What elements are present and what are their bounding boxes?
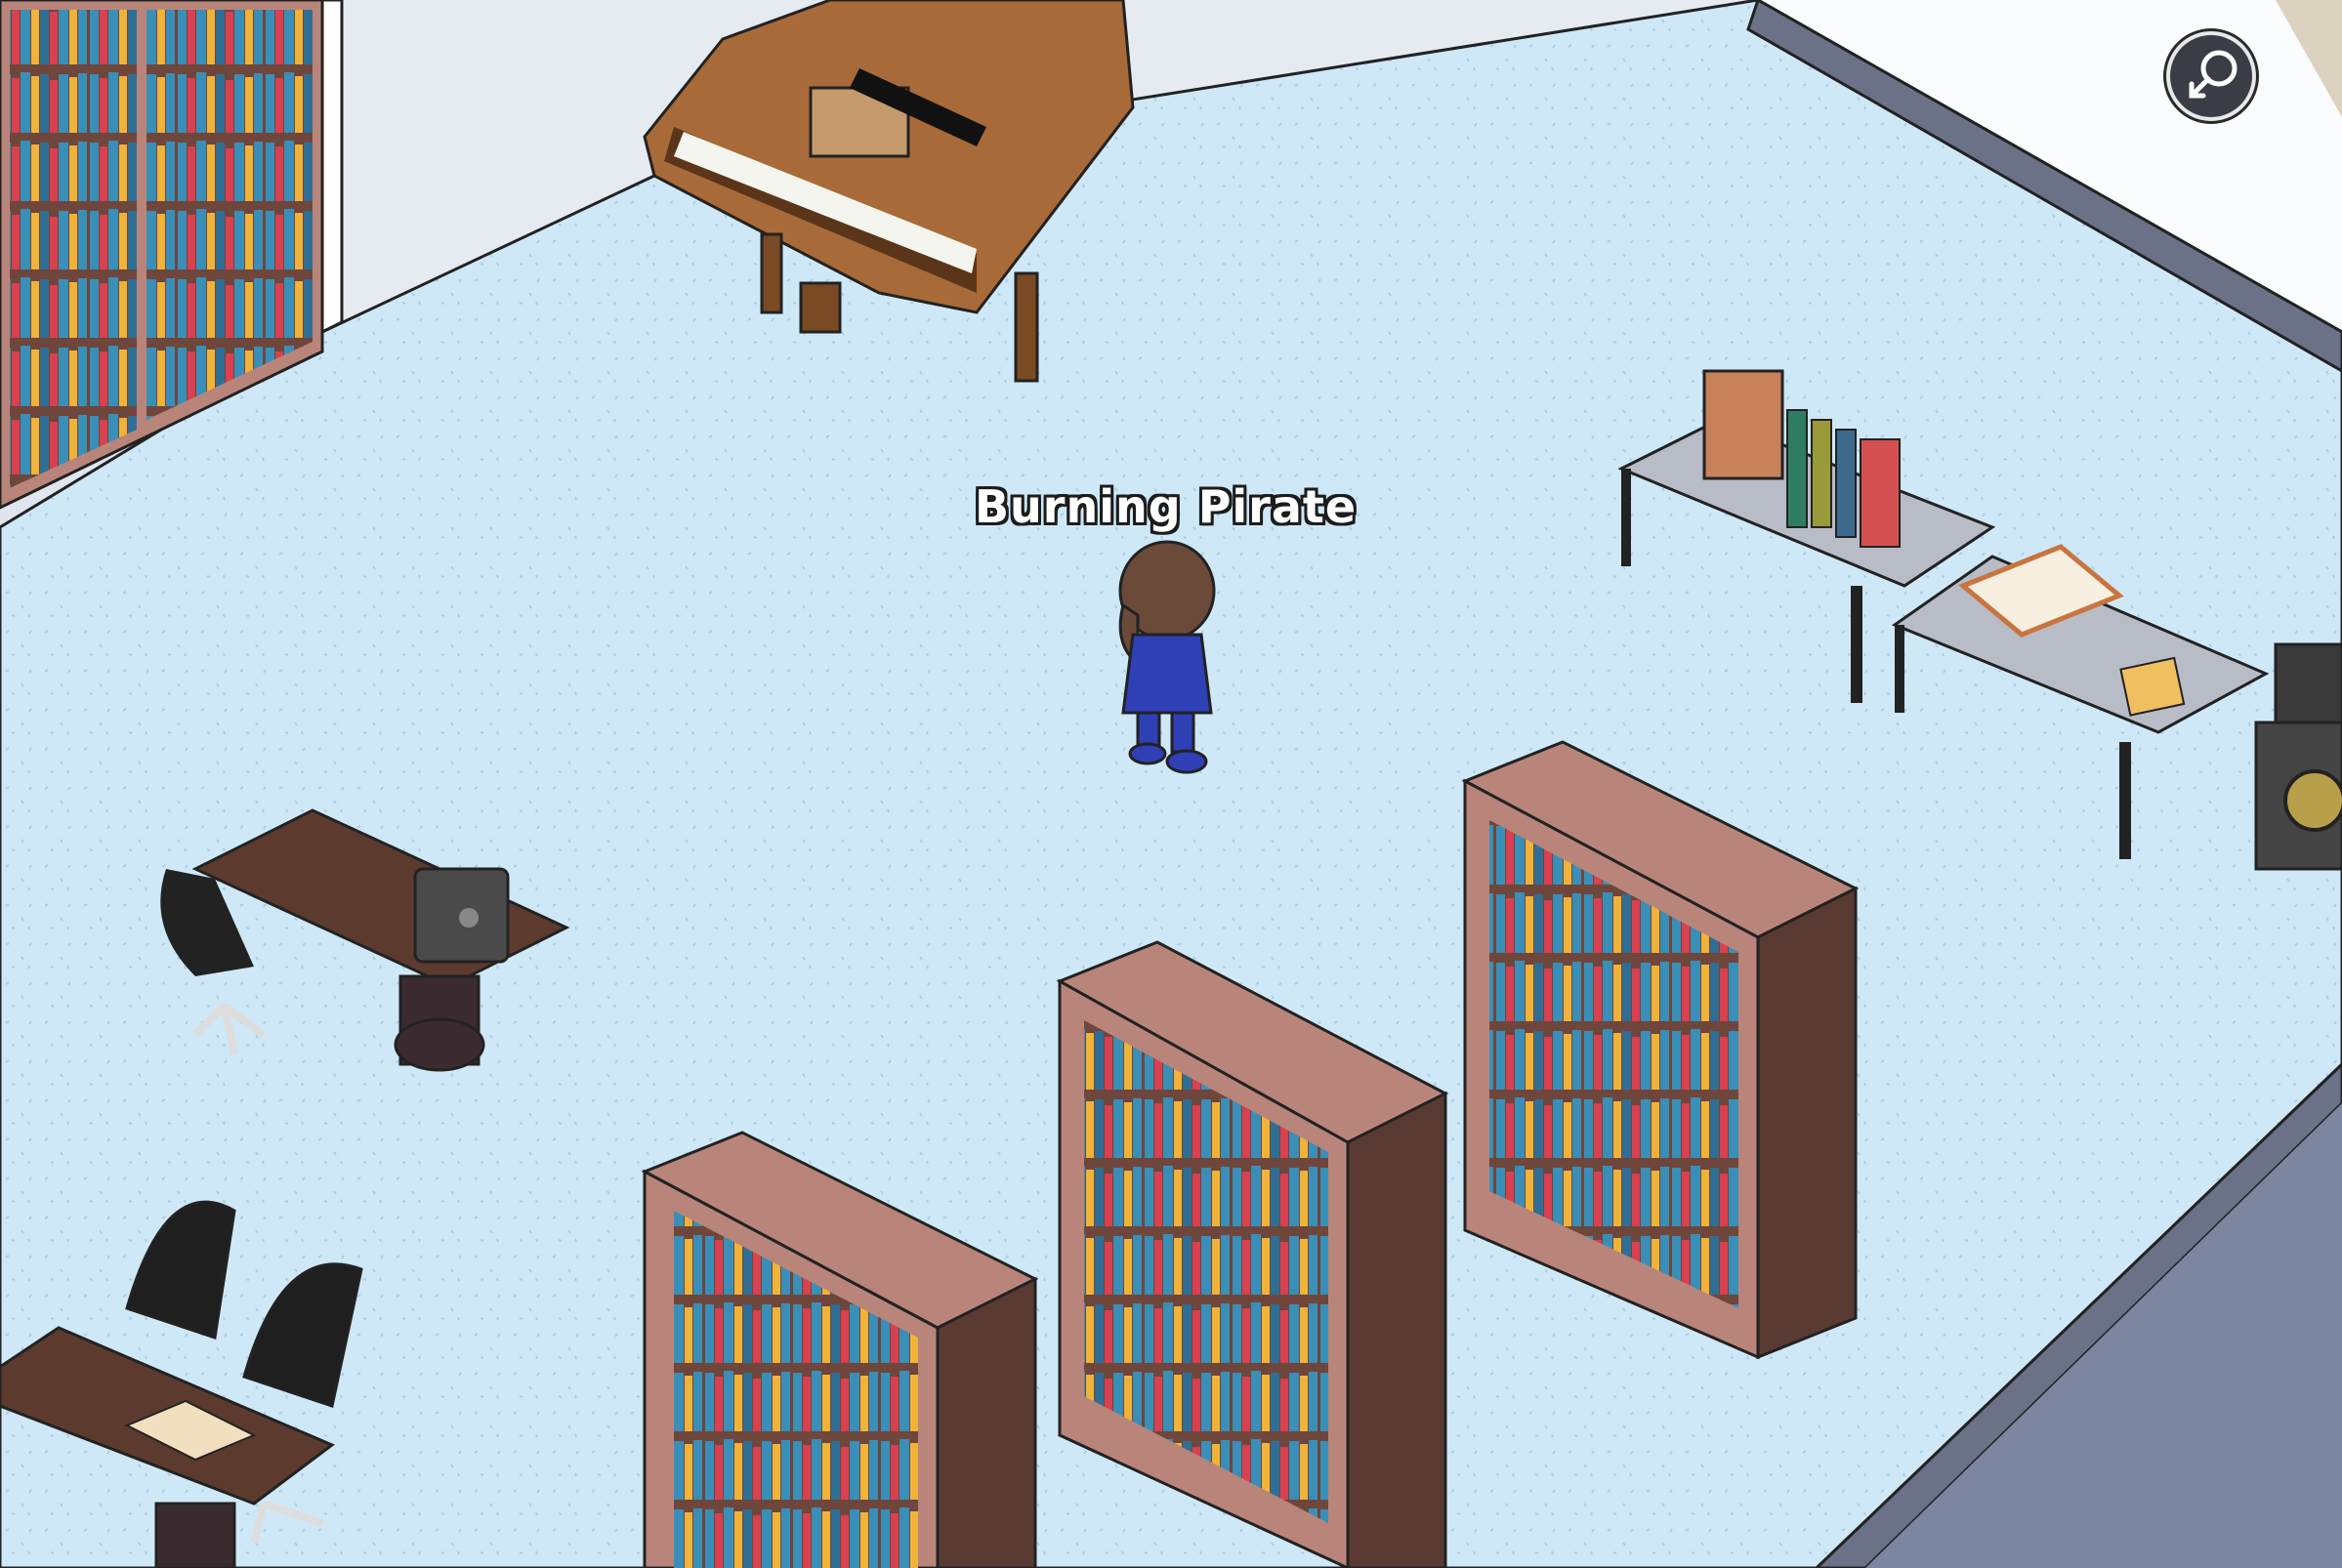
game-room-scene[interactable] bbox=[0, 0, 2342, 1568]
player-name-label: Burning Pirate bbox=[975, 480, 1358, 533]
magnifier-zoom-out-icon bbox=[2189, 50, 2237, 99]
zoom-button[interactable] bbox=[2166, 31, 2256, 121]
